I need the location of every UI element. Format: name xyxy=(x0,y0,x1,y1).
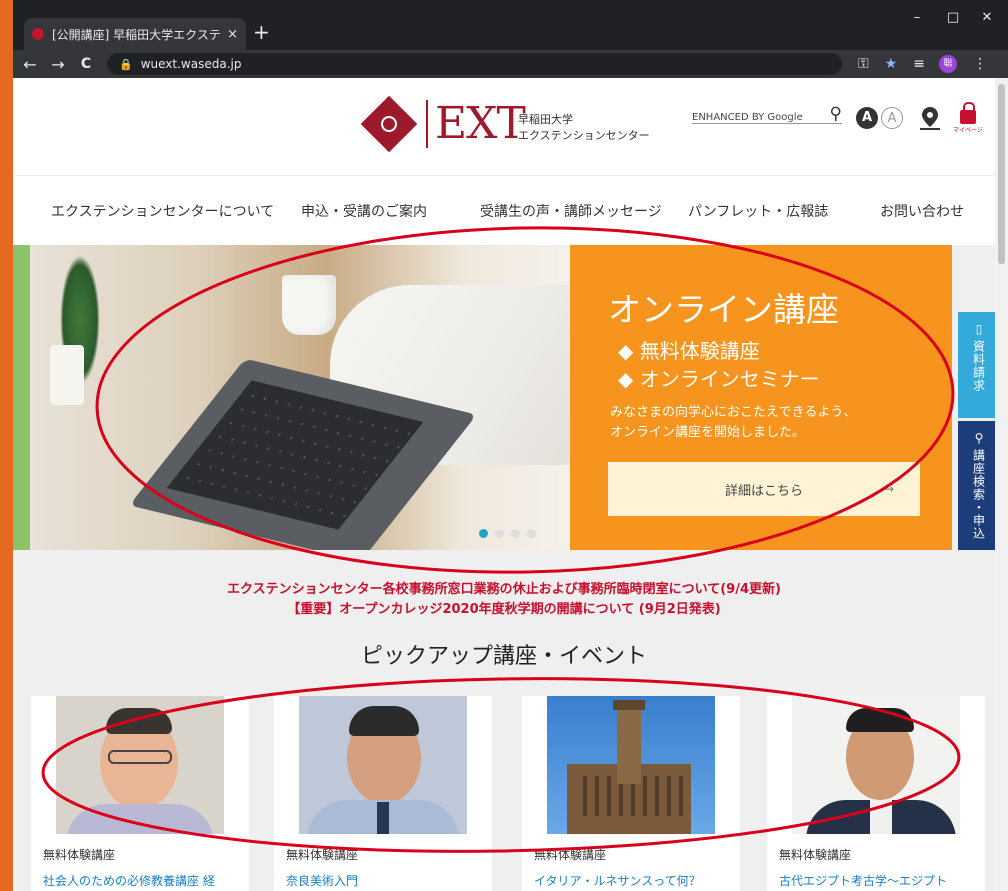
minimize-button[interactable]: – xyxy=(907,8,927,28)
nav-item-about[interactable]: エクステンションセンターについて xyxy=(51,201,274,221)
logo-divider xyxy=(426,100,428,148)
carousel-dot-2[interactable] xyxy=(495,529,504,538)
card-category: 無料体験講座 xyxy=(779,848,852,862)
bookmark-star-icon[interactable]: ★ xyxy=(885,56,898,72)
instructor-photo xyxy=(792,696,960,834)
back-button[interactable]: ← xyxy=(19,55,41,74)
news-link-office-closure[interactable]: エクステンションセンター各校事務所窓口業務の休止および事務所臨時閉室について(9… xyxy=(13,578,995,597)
hero-button-label: 詳細はこちら xyxy=(724,483,803,499)
font-size-small-button[interactable]: A xyxy=(881,107,903,129)
address-bar[interactable]: 🔒 wuext.waseda.jp xyxy=(107,53,842,75)
mypage-caption: マイページ xyxy=(953,127,983,134)
hero-details-button[interactable]: 詳細はこちら → xyxy=(608,462,920,516)
course-card[interactable]: 無料体験講座 イタリア・ルネサンスって何？ xyxy=(522,696,740,891)
news-link-autumn-semester[interactable]: 【重要】オープンカレッジ2020年度秋学期の開講について (9月2日発表) xyxy=(13,598,995,617)
card-title-link[interactable]: 古代エジプト考古学～エジプト xyxy=(779,872,979,889)
new-tab-button[interactable]: + xyxy=(253,20,270,44)
logo-text[interactable]: EXT xyxy=(435,96,526,152)
mypage-button[interactable]: マイページ xyxy=(951,102,985,134)
browser-toolbar: ← → C 🔒 wuext.waseda.jp ⚿ ★ ≡ 聡 ⋮ xyxy=(13,50,1008,78)
card-title-link[interactable]: 社会人のための必修教養講座 経 xyxy=(43,872,243,889)
search-placeholder: ENHANCED BY Google xyxy=(692,112,803,123)
hero-prev-slide-edge xyxy=(13,245,30,550)
tab-title: [公開講座] 早稲田大学エクステンシ xyxy=(52,27,221,42)
web-page: EXT 早稲田大学 エクステンションセンター ENHANCED BY Googl… xyxy=(13,78,995,891)
waseda-seal-icon xyxy=(381,116,397,132)
card-category: 無料体験講座 xyxy=(286,848,359,862)
card-title-link[interactable]: 奈良美術入門 xyxy=(286,872,486,889)
document-icon: ▯ xyxy=(975,322,983,336)
card-title-link[interactable]: イタリア・ルネサンスって何？ xyxy=(534,872,734,889)
hero-description-line1: みなさまの向学心におこたえできるよう、 xyxy=(610,405,857,420)
magnifier-icon: ⚲ xyxy=(974,431,984,445)
forward-button[interactable]: → xyxy=(47,55,69,74)
scrollbar-thumb[interactable] xyxy=(998,84,1005,264)
hero-description-line2: オンライン講座を開始しました。 xyxy=(610,425,806,440)
tab-close-icon[interactable]: × xyxy=(227,27,238,42)
palazzo-photo xyxy=(547,696,715,834)
course-search-tab[interactable]: ⚲ 講座検索・申込 xyxy=(958,421,995,551)
card-category: 無料体験講座 xyxy=(43,848,116,862)
course-card[interactable]: 無料体験講座 奈良美術入門 xyxy=(274,696,492,891)
card-category: 無料体験講座 xyxy=(534,848,607,862)
request-materials-tab[interactable]: ▯ 資料請求 xyxy=(958,312,995,418)
request-materials-label: 資料請求 xyxy=(971,340,986,392)
carousel-dot-1[interactable] xyxy=(479,529,488,538)
padlock-icon xyxy=(960,102,976,124)
carousel-dot-4[interactable] xyxy=(527,529,536,538)
arrow-right-icon: → xyxy=(883,482,894,496)
header-divider xyxy=(13,175,995,176)
search-icon[interactable]: ⚲ xyxy=(830,106,842,123)
browser-tab[interactable]: [公開講座] 早稲田大学エクステンシ × xyxy=(24,18,246,50)
close-window-button[interactable]: ✕ xyxy=(977,8,997,28)
course-card[interactable]: 無料体験講座 古代エジプト考古学～エジプト xyxy=(767,696,985,891)
instructor-photo xyxy=(299,696,467,834)
key-icon[interactable]: ⚿ xyxy=(858,56,869,72)
nav-item-application[interactable]: 申込・受講のご案内 xyxy=(301,201,427,221)
search-input[interactable]: ENHANCED BY Google ⚲ xyxy=(692,102,842,124)
nav-item-pamphlets[interactable]: パンフレット・広報誌 xyxy=(688,201,828,221)
lock-icon: 🔒 xyxy=(119,57,133,71)
logo-university-name: 早稲田大学 xyxy=(518,113,573,126)
pickup-section-title: ピックアップ講座・イベント xyxy=(360,644,647,669)
hero-bullet-online-seminar: ◆ オンラインセミナー xyxy=(618,367,820,391)
browser-chrome: [公開講座] 早稲田大学エクステンシ × + – □ ✕ ← → C 🔒 wue… xyxy=(13,0,1008,78)
url-text: wuext.waseda.jp xyxy=(140,57,242,71)
hero-carousel[interactable]: オンライン講座 ◆ 無料体験講座 ◆ オンラインセミナー みなさまの向学心におこ… xyxy=(13,245,995,550)
hero-title: オンライン講座 xyxy=(608,290,839,329)
reading-list-icon[interactable]: ≡ xyxy=(913,56,925,72)
map-pin-icon[interactable] xyxy=(917,105,943,131)
profile-avatar[interactable]: 聡 xyxy=(938,55,957,73)
reload-button[interactable]: C xyxy=(75,56,97,72)
nav-item-voices[interactable]: 受講生の声・講師メッセージ xyxy=(480,201,662,221)
course-card[interactable]: 無料体験講座 社会人のための必修教養講座 経 xyxy=(31,696,249,891)
carousel-dot-3[interactable] xyxy=(511,529,520,538)
logo-center-name: エクステンションセンター xyxy=(518,129,650,142)
instructor-photo xyxy=(56,696,224,834)
page-scrollbar[interactable] xyxy=(995,78,1008,891)
nav-item-contact[interactable]: お問い合わせ xyxy=(880,201,964,221)
course-search-label: 講座検索・申込 xyxy=(971,449,986,540)
font-size-large-button[interactable]: A xyxy=(856,107,878,129)
favicon-icon xyxy=(32,28,44,40)
hero-bullet-free-trial: ◆ 無料体験講座 xyxy=(618,339,760,363)
hero-laptop-photo xyxy=(30,245,580,550)
maximize-button[interactable]: □ xyxy=(943,8,963,28)
menu-icon[interactable]: ⋮ xyxy=(973,56,987,72)
